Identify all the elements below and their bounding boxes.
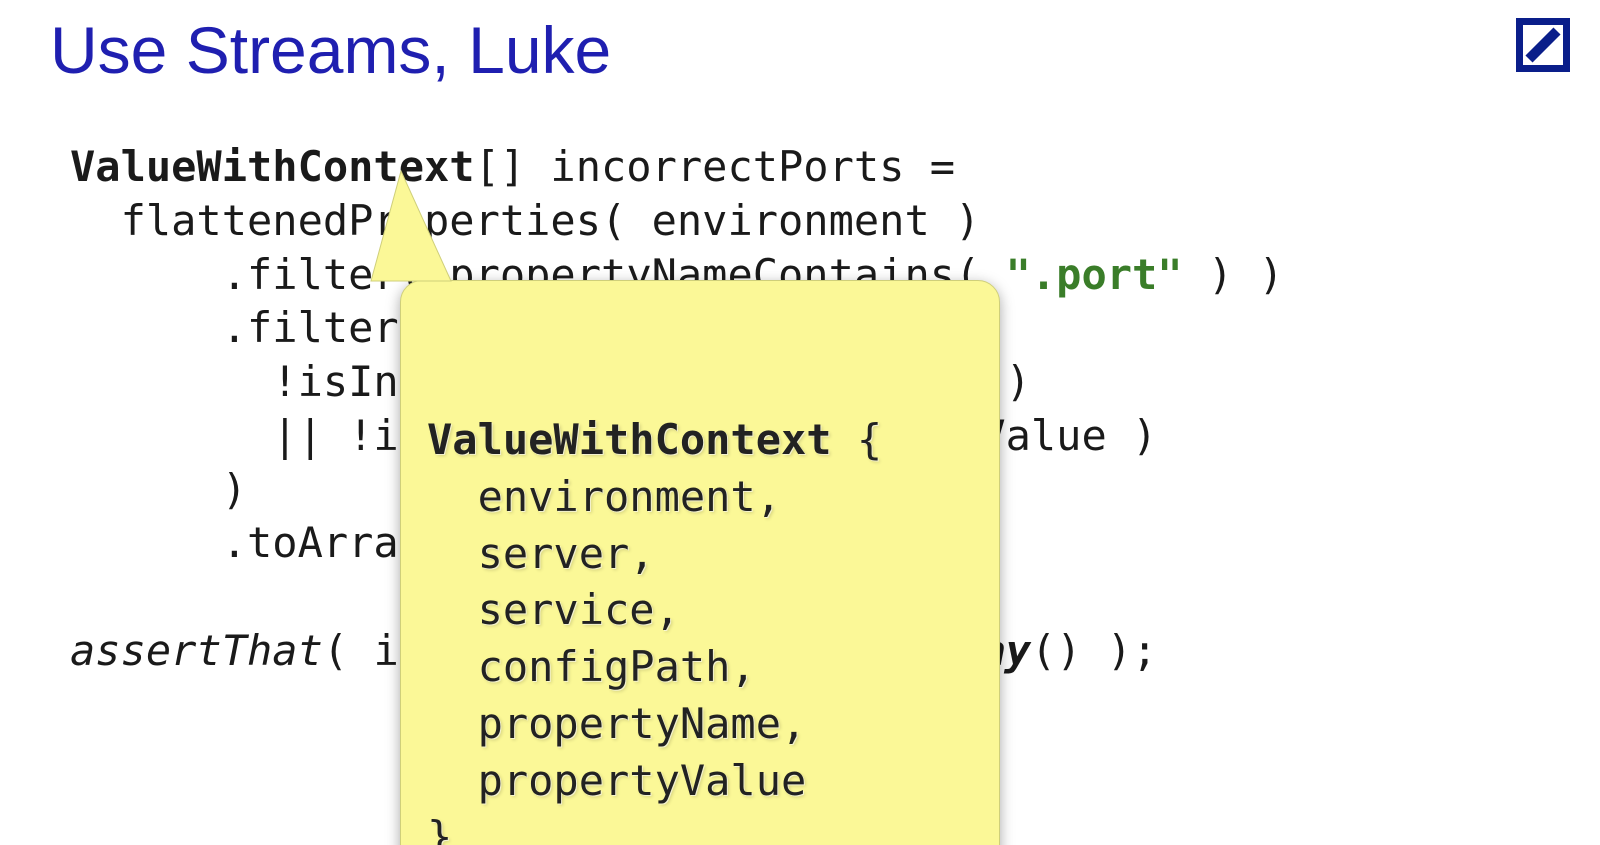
callout-field: server, (427, 529, 655, 578)
callout-tooltip: ValueWithContext { environment, server, … (400, 280, 1000, 845)
code-text: ) ) (1183, 250, 1284, 299)
callout-text: { (832, 415, 883, 464)
code-text: () ); (1031, 626, 1157, 675)
deutsche-bank-logo-icon (1516, 18, 1570, 72)
slide: Use Streams, Luke ValueWithContext [] inc… (0, 0, 1600, 845)
code-assert: assertThat (70, 626, 323, 675)
callout-tail-icon (341, 171, 501, 311)
callout-field: propertyName, (427, 699, 806, 748)
slide-title: Use Streams, Luke (50, 12, 611, 88)
code-text: [] incorrectPorts = (475, 142, 955, 191)
callout-field: configPath, (427, 642, 756, 691)
callout-type: ValueWithContext (427, 415, 832, 464)
code-text: ) (70, 465, 247, 514)
callout-field: service, (427, 585, 680, 634)
callout-field: propertyValue (427, 756, 806, 805)
code-string-literal: ".port" (1006, 250, 1183, 299)
callout-text: } (427, 812, 452, 845)
code-text: flattenedProperties( environment ) (70, 196, 980, 245)
callout-field: environment, (427, 472, 781, 521)
